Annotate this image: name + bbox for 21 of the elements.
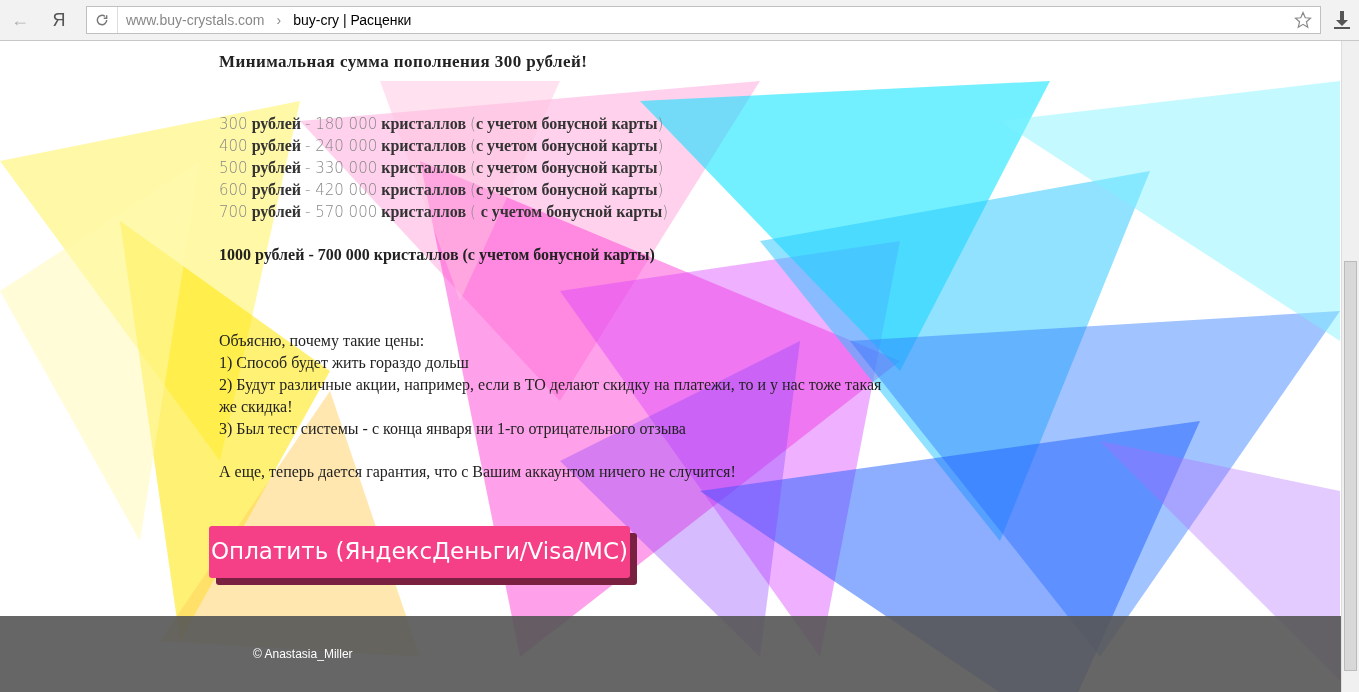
price-line: 600 рублей - 420 000 кристаллов (с учетом бонусной карты): [219, 179, 665, 201]
scrollbar[interactable]: [1341, 41, 1359, 692]
heading: Минимальная сумма пополнения 300 рублей!: [219, 51, 589, 73]
download-icon[interactable]: [1333, 10, 1351, 30]
price-line: 300 рублей - 180 000 кристаллов (с учетом бонусной карты): [219, 113, 665, 135]
explanation-line: Объясню, почему такие цены:: [219, 330, 426, 352]
star-icon[interactable]: [1294, 11, 1312, 29]
reload-icon[interactable]: [95, 13, 109, 27]
guarantee-text: А еще, теперь дается гарантия, что с Вашим аккаунтом ничего не случится!: [219, 461, 737, 483]
page-title: buy-cry | Расценки: [293, 10, 413, 30]
price-line: 700 рублей - 570 000 кристаллов ( с учетом бонусной карты): [219, 201, 670, 223]
url-domain: www.buy-crystals.com: [126, 10, 265, 30]
special-offer: 1000 рублей - 700 000 кристаллов (с учетом бонусной карты): [219, 244, 656, 266]
price-line: 400 рублей - 240 000 кристаллов (с учетом бонусной карты): [219, 135, 665, 157]
address-bar[interactable]: www.buy-crystals.com › buy-cry | Расценки: [86, 6, 1321, 34]
explanation-line: 3) Был тест системы - с конца января ни 1-го отрицательного отзыва: [219, 418, 687, 440]
price-line: 500 рублей - 330 000 кристаллов (с учетом бонусной карты): [219, 157, 665, 179]
breadcrumb-separator: ›: [275, 10, 283, 30]
scrollbar-thumb[interactable]: [1344, 261, 1357, 671]
copyright-text: © Anastasia_Miller: [253, 646, 353, 663]
yandex-button[interactable]: Я: [44, 6, 74, 34]
